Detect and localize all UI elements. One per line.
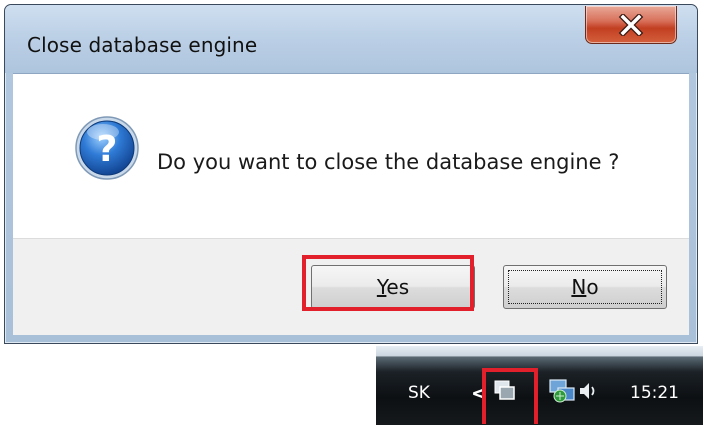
- svg-text:?: ?: [97, 129, 118, 170]
- system-tray: SK < 15:21: [376, 356, 703, 425]
- close-icon: [618, 13, 644, 36]
- network-icon[interactable]: [548, 377, 576, 405]
- dialog-title-bar[interactable]: Close database engine: [5, 5, 697, 73]
- dialog-title: Close database engine: [27, 33, 258, 57]
- question-icon: ?: [75, 116, 139, 180]
- speaker-icon[interactable]: [577, 379, 599, 403]
- close-button[interactable]: [585, 6, 677, 44]
- language-indicator[interactable]: SK: [408, 383, 430, 403]
- yes-button-highlight: [302, 255, 474, 311]
- no-button[interactable]: No: [503, 265, 667, 309]
- dialog-message: Do you want to close the database engine…: [157, 150, 620, 174]
- dialog-content: ? Do you want to close the database engi…: [13, 73, 689, 238]
- tray-icon-highlight: [482, 368, 538, 424]
- no-button-label: No: [571, 275, 599, 299]
- clock[interactable]: 15:21: [630, 383, 679, 403]
